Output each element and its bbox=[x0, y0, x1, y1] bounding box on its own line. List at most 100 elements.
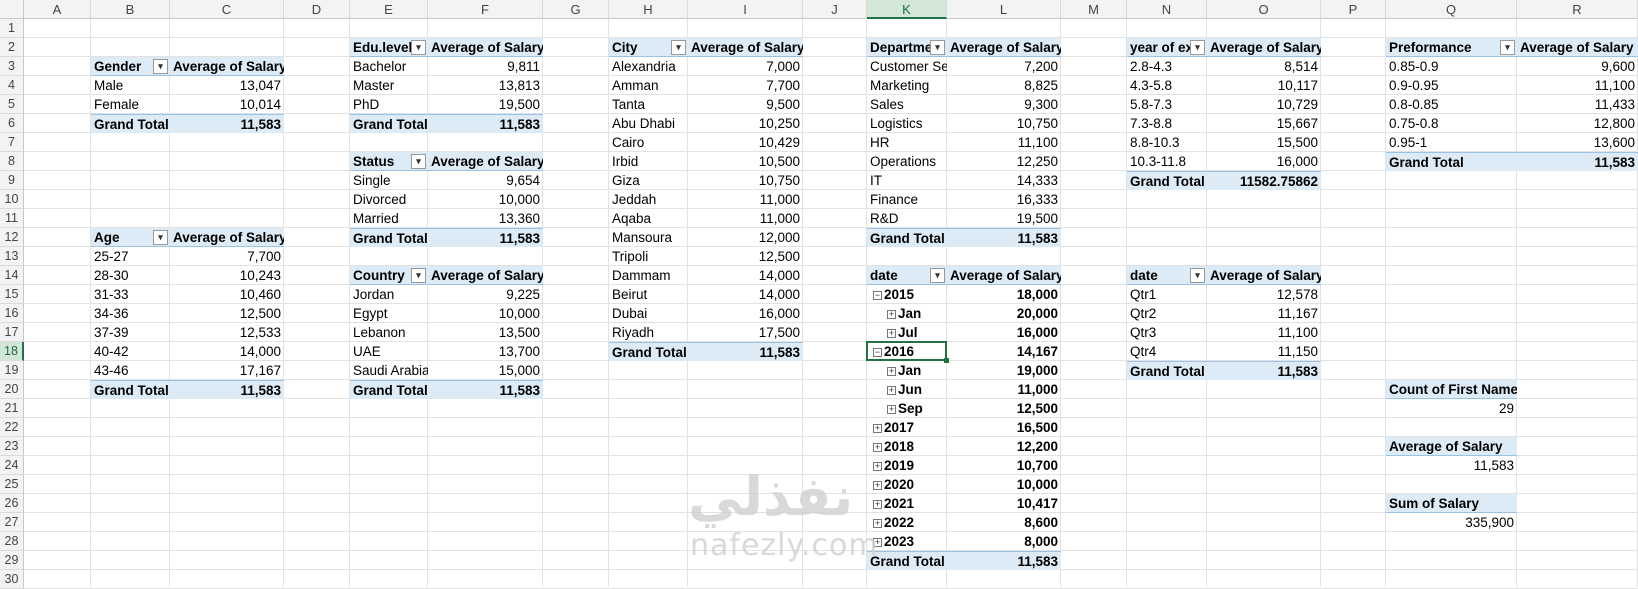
pivot-edu-row-label[interactable]: Bachelor bbox=[350, 57, 428, 76]
pivot-age-row-label[interactable]: 31-33 bbox=[91, 285, 170, 304]
pivot-city-row-value[interactable]: 10,750 bbox=[688, 171, 803, 190]
row-header-27[interactable]: 27 bbox=[0, 513, 24, 532]
pivot-gender-row-label[interactable]: Female bbox=[91, 95, 170, 114]
pivot-age-row-value[interactable]: 14,000 bbox=[170, 342, 284, 361]
expand-icon[interactable]: + bbox=[873, 442, 882, 452]
pivot-city-row-value[interactable]: 16,000 bbox=[688, 304, 803, 323]
pivot-gender-row-label-header[interactable]: Gender ▾ bbox=[91, 57, 170, 76]
summary-value[interactable]: 29 bbox=[1386, 399, 1517, 418]
pivot-country-grand-total-value[interactable]: 11,583 bbox=[428, 380, 543, 399]
row-header-11[interactable]: 11 bbox=[0, 209, 24, 228]
pivot-city-row-value[interactable]: 7,700 bbox=[688, 76, 803, 95]
expand-icon[interactable]: + bbox=[887, 366, 896, 376]
pivot-date-row-label[interactable]: + Jul bbox=[867, 323, 947, 342]
filter-dropdown-icon[interactable]: ▾ bbox=[411, 154, 426, 169]
pivot-quarter-row-label[interactable]: Qtr4 bbox=[1127, 342, 1207, 361]
pivot-date-row-value[interactable]: 10,417 bbox=[947, 494, 1061, 513]
pivot-performance-row-label[interactable]: 0.75-0.8 bbox=[1386, 114, 1517, 133]
pivot-gender-row-label[interactable]: Male bbox=[91, 76, 170, 95]
pivot-experience-row-value[interactable]: 10,729 bbox=[1207, 95, 1321, 114]
pivot-status-row-label[interactable]: Married bbox=[350, 209, 428, 228]
column-header-d[interactable]: D bbox=[284, 0, 350, 19]
pivot-date-row-label-header[interactable]: date ▾ bbox=[867, 266, 947, 285]
pivot-quarter-grand-total-label[interactable]: Grand Total bbox=[1127, 361, 1207, 380]
pivot-status-row-label[interactable]: Divorced bbox=[350, 190, 428, 209]
pivot-status-grand-total-label[interactable]: Grand Total bbox=[350, 228, 428, 247]
pivot-department-row-label[interactable]: R&D bbox=[867, 209, 947, 228]
pivot-country-row-value[interactable]: 15,000 bbox=[428, 361, 543, 380]
pivot-city-row-label[interactable]: Dammam bbox=[609, 266, 688, 285]
row-header-6[interactable]: 6 bbox=[0, 114, 24, 133]
pivot-age-row-label[interactable]: 43-46 bbox=[91, 361, 170, 380]
filter-dropdown-icon[interactable]: ▾ bbox=[153, 230, 168, 245]
pivot-edu-row-label[interactable]: PhD bbox=[350, 95, 428, 114]
pivot-department-row-label[interactable]: Logistics bbox=[867, 114, 947, 133]
pivot-city-row-label[interactable]: Aqaba bbox=[609, 209, 688, 228]
pivot-performance-grand-total-label[interactable]: Grand Total bbox=[1386, 152, 1517, 171]
pivot-experience-row-value[interactable]: 8,514 bbox=[1207, 57, 1321, 76]
pivot-city-row-label[interactable]: Tanta bbox=[609, 95, 688, 114]
pivot-status-value-header[interactable]: Average of Salary bbox=[428, 152, 543, 171]
pivot-country-row-value[interactable]: 10,000 bbox=[428, 304, 543, 323]
pivot-edu-row-value[interactable]: 13,813 bbox=[428, 76, 543, 95]
summary-header[interactable]: Count of First Name bbox=[1386, 380, 1517, 399]
row-header-9[interactable]: 9 bbox=[0, 171, 24, 190]
row-header-1[interactable]: 1 bbox=[0, 19, 24, 38]
pivot-department-row-value[interactable]: 8,825 bbox=[947, 76, 1061, 95]
expand-icon[interactable]: + bbox=[873, 423, 882, 433]
pivot-department-row-label[interactable]: Operations bbox=[867, 152, 947, 171]
pivot-date-row-value[interactable]: 10,700 bbox=[947, 456, 1061, 475]
row-header-14[interactable]: 14 bbox=[0, 266, 24, 285]
column-header-f[interactable]: F bbox=[428, 0, 543, 19]
row-header-12[interactable]: 12 bbox=[0, 228, 24, 247]
filter-dropdown-icon[interactable]: ▾ bbox=[930, 268, 945, 283]
column-header-p[interactable]: P bbox=[1321, 0, 1386, 19]
column-header-h[interactable]: H bbox=[609, 0, 688, 19]
pivot-department-row-label-header[interactable]: Departme ▾ bbox=[867, 38, 947, 57]
pivot-city-row-label[interactable]: Beirut bbox=[609, 285, 688, 304]
pivot-city-row-value[interactable]: 9,500 bbox=[688, 95, 803, 114]
column-header-l[interactable]: L bbox=[947, 0, 1061, 19]
column-header-m[interactable]: M bbox=[1061, 0, 1127, 19]
pivot-city-row-label[interactable]: Abu Dhabi bbox=[609, 114, 688, 133]
pivot-performance-row-label[interactable]: 0.8-0.85 bbox=[1386, 95, 1517, 114]
pivot-gender-row-value[interactable]: 10,014 bbox=[170, 95, 284, 114]
pivot-city-row-value[interactable]: 17,500 bbox=[688, 323, 803, 342]
pivot-experience-row-label[interactable]: 4.3-5.8 bbox=[1127, 76, 1207, 95]
column-header-a[interactable]: A bbox=[24, 0, 91, 19]
expand-icon[interactable]: + bbox=[887, 328, 896, 338]
pivot-edu-row-label[interactable]: Master bbox=[350, 76, 428, 95]
pivot-quarter-row-value[interactable]: 11,167 bbox=[1207, 304, 1321, 323]
pivot-department-row-label[interactable]: Finance bbox=[867, 190, 947, 209]
pivot-country-row-label-header[interactable]: Country ▾ bbox=[350, 266, 428, 285]
pivot-date-value-header[interactable]: Average of Salary bbox=[947, 266, 1061, 285]
pivot-city-row-label[interactable]: Dubai bbox=[609, 304, 688, 323]
pivot-experience-row-label[interactable]: 5.8-7.3 bbox=[1127, 95, 1207, 114]
row-header-18[interactable]: 18 bbox=[0, 342, 24, 361]
row-header-8[interactable]: 8 bbox=[0, 152, 24, 171]
pivot-quarter-row-label[interactable]: Qtr1 bbox=[1127, 285, 1207, 304]
pivot-performance-row-label[interactable]: 0.9-0.95 bbox=[1386, 76, 1517, 95]
pivot-date-row-value[interactable]: 19,000 bbox=[947, 361, 1061, 380]
pivot-performance-row-value[interactable]: 11,100 bbox=[1517, 76, 1638, 95]
filter-dropdown-icon[interactable]: ▾ bbox=[1190, 40, 1205, 55]
pivot-edu-value-header[interactable]: Average of Salary bbox=[428, 38, 543, 57]
pivot-performance-row-label[interactable]: 0.95-1 bbox=[1386, 133, 1517, 152]
summary-value[interactable]: 335,900 bbox=[1386, 513, 1517, 532]
pivot-quarter-row-label-header[interactable]: date ▾ bbox=[1127, 266, 1207, 285]
pivot-quarter-grand-total-value[interactable]: 11,583 bbox=[1207, 361, 1321, 380]
pivot-date-row-label[interactable]: +2020 bbox=[867, 475, 947, 494]
pivot-department-row-value[interactable]: 12,250 bbox=[947, 152, 1061, 171]
column-header-i[interactable]: I bbox=[688, 0, 803, 19]
expand-icon[interactable]: + bbox=[873, 499, 882, 509]
pivot-performance-row-label[interactable]: 0.85-0.9 bbox=[1386, 57, 1517, 76]
pivot-date-row-value[interactable]: 20,000 bbox=[947, 304, 1061, 323]
pivot-country-grand-total-label[interactable]: Grand Total bbox=[350, 380, 428, 399]
pivot-date-row-value[interactable]: 16,000 bbox=[947, 323, 1061, 342]
row-header-26[interactable]: 26 bbox=[0, 494, 24, 513]
pivot-city-row-value[interactable]: 11,000 bbox=[688, 190, 803, 209]
pivot-country-row-label[interactable]: Saudi Arabia bbox=[350, 361, 428, 380]
pivot-city-row-label[interactable]: Mansoura bbox=[609, 228, 688, 247]
pivot-country-row-label[interactable]: Jordan bbox=[350, 285, 428, 304]
pivot-age-row-label[interactable]: 34-36 bbox=[91, 304, 170, 323]
